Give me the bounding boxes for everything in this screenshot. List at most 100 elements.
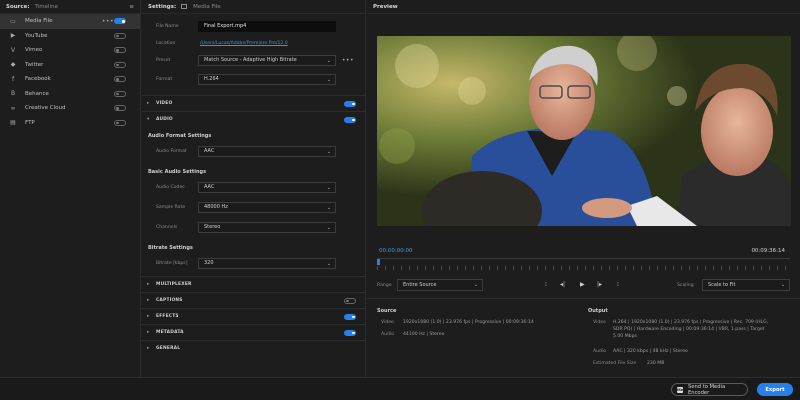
source-item-vimeo[interactable]: V Vimeo <box>0 43 140 58</box>
send-to-media-encoder-label: Send to Media Encoder <box>688 383 726 396</box>
source-video-value: 1920x1080 (1.0) | 23.976 fps | Progressi… <box>403 320 534 325</box>
ftp-toggle[interactable] <box>114 119 126 126</box>
chevron-down-icon: ⌄ <box>326 76 331 83</box>
sample-rate-label: Sample Rate <box>156 204 186 210</box>
video-toggle[interactable] <box>344 100 356 107</box>
export-window: Source: Timeline ≡ ▭ Media File ••• ▶ Yo… <box>0 0 800 400</box>
bitrate-label: Bitrate [kbps] <box>156 260 188 266</box>
section-metadata[interactable]: ▸ METADATA <box>142 324 366 340</box>
bitrate-value: 320 <box>204 260 214 266</box>
more-options-icon[interactable]: ••• <box>102 18 114 25</box>
source-title: Source: <box>6 3 30 10</box>
mark-in-icon[interactable]: ⁝ <box>545 281 547 288</box>
preset-value: Match Source - Adaptive High Bitrate <box>204 57 297 63</box>
source-item-ftp[interactable]: ▤ FTP <box>0 116 140 131</box>
creative-cloud-icon: ∞ <box>10 104 16 112</box>
export-button[interactable]: Export <box>757 383 793 396</box>
section-video[interactable]: ▸ VIDEO <box>142 95 366 111</box>
media-file-toggle[interactable] <box>114 18 126 25</box>
source-item-behance[interactable]: B Behance <box>0 87 140 102</box>
file-name-label: File Name <box>156 23 179 29</box>
audio-format-settings-title: Audio Format Settings <box>148 133 212 139</box>
source-info-title: Source <box>377 308 397 314</box>
estimated-size-label: Estimated File Size <box>593 361 637 366</box>
vimeo-toggle[interactable] <box>114 47 126 54</box>
format-label: Format <box>156 76 173 82</box>
source-item-label: Facebook <box>25 76 51 83</box>
range-label: Range <box>377 283 392 288</box>
play-icon[interactable]: ▶ <box>580 281 585 288</box>
playhead-handle[interactable] <box>377 259 380 265</box>
location-link[interactable]: /Users/Lucas/Adobe/Premiere Pro/12.0 <box>200 41 288 46</box>
scaling-select[interactable]: Scale to Fit ⌄ <box>702 279 790 291</box>
settings-panel: Settings: Media File File Name Final Exp… <box>142 0 366 377</box>
bitrate-row: Bitrate [kbps] 320 ⌄ <box>142 257 366 269</box>
location-row: Location /Users/Lucas/Adobe/Premiere Pro… <box>142 37 366 49</box>
audio-codec-select[interactable]: AAC ⌄ <box>198 181 336 193</box>
sample-rate-select[interactable]: 48000 Hz ⌄ <box>198 201 336 213</box>
estimated-size-value: 230 MB <box>647 361 665 366</box>
audio-toggle[interactable] <box>344 116 356 123</box>
source-item-label: YouTube <box>25 32 48 39</box>
chevron-down-icon: ▾ <box>147 117 150 122</box>
tab-timeline[interactable]: Timeline <box>35 4 58 10</box>
preview-panel-header: Preview <box>367 0 800 14</box>
footer-bar: Me Send to Media Encoder Export <box>0 377 800 400</box>
chevron-right-icon: ▸ <box>147 330 150 335</box>
youtube-toggle[interactable] <box>114 32 126 39</box>
preset-select[interactable]: Match Source - Adaptive High Bitrate ⌄ <box>198 54 336 66</box>
section-captions-label: CAPTIONS <box>156 298 183 303</box>
audio-format-select[interactable]: AAC ⌄ <box>198 145 336 157</box>
step-back-icon[interactable]: ◂| <box>560 281 565 288</box>
media-file-icon: ▭ <box>10 17 16 25</box>
step-forward-icon[interactable]: |▸ <box>597 281 602 288</box>
vimeo-icon: V <box>10 46 16 54</box>
source-item-youtube[interactable]: ▶ YouTube <box>0 29 140 44</box>
format-select[interactable]: H.264 ⌄ <box>198 73 336 85</box>
timeline-ticks <box>377 266 790 270</box>
twitter-toggle[interactable] <box>114 61 126 68</box>
channels-row: Channels Stereo ⌄ <box>142 221 366 233</box>
section-general[interactable]: ▸ GENERAL <box>142 340 366 356</box>
scaling-label: Scaling <box>677 283 694 288</box>
chevron-down-icon: ⌄ <box>780 282 785 288</box>
creative-cloud-toggle[interactable] <box>114 105 126 112</box>
behance-toggle[interactable] <box>114 90 126 97</box>
preview-panel: Preview 00:00:00:00 00:09:36:14 Range En… <box>367 0 800 377</box>
source-panel: Source: Timeline ≡ ▭ Media File ••• ▶ Yo… <box>0 0 141 377</box>
captions-toggle[interactable] <box>344 297 356 304</box>
source-item-facebook[interactable]: f Facebook <box>0 72 140 87</box>
bitrate-settings-title: Bitrate Settings <box>148 245 193 251</box>
hamburger-menu-icon[interactable]: ≡ <box>129 4 134 10</box>
metadata-toggle[interactable] <box>344 329 356 336</box>
source-item-creative-cloud[interactable]: ∞ Creative Cloud <box>0 101 140 116</box>
section-audio-label: AUDIO <box>156 117 173 122</box>
effects-toggle[interactable] <box>344 313 356 320</box>
source-item-label: Vimeo <box>25 47 43 54</box>
sample-rate-row: Sample Rate 48000 Hz ⌄ <box>142 201 366 213</box>
scrub-bar[interactable] <box>377 258 790 272</box>
preset-row: Preset Match Source - Adaptive High Bitr… <box>142 54 366 66</box>
send-to-media-encoder-button[interactable]: Me Send to Media Encoder <box>671 383 748 396</box>
source-item-media-file[interactable]: ▭ Media File ••• <box>0 14 140 29</box>
section-audio[interactable]: ▾ AUDIO <box>142 111 366 127</box>
preset-more-icon[interactable]: ••• <box>342 57 354 64</box>
facebook-toggle[interactable] <box>114 76 126 83</box>
video-frame-image <box>377 36 791 226</box>
channels-select[interactable]: Stereo ⌄ <box>198 221 336 233</box>
bitrate-select[interactable]: 320 ⌄ <box>198 257 336 269</box>
output-video-line1: H.264 | 1920x1080 (1.0) | 23.976 fps | P… <box>613 320 769 325</box>
timecode-duration: 00:09:36:14 <box>751 248 785 254</box>
mark-out-icon[interactable]: ⁝ <box>617 281 619 288</box>
range-select[interactable]: Entire Source ⌄ <box>397 279 483 291</box>
output-video-line2: SDR PQ) | Hardware Encoding | 00:09:36:1… <box>613 327 765 332</box>
source-panel-header: Source: Timeline ≡ <box>0 0 140 14</box>
audio-format-row: Audio Format AAC ⌄ <box>142 145 366 157</box>
format-value: H.264 <box>204 76 219 82</box>
file-name-input[interactable]: Final Export.mp4 <box>198 20 336 32</box>
source-item-twitter[interactable]: ◆ Twitter <box>0 58 140 73</box>
section-effects[interactable]: ▸ EFFECTS <box>142 308 366 324</box>
section-multiplexer[interactable]: ▸ MULTIPLEXER <box>142 276 366 292</box>
section-captions[interactable]: ▸ CAPTIONS <box>142 292 366 308</box>
source-item-label: Creative Cloud <box>25 105 66 112</box>
